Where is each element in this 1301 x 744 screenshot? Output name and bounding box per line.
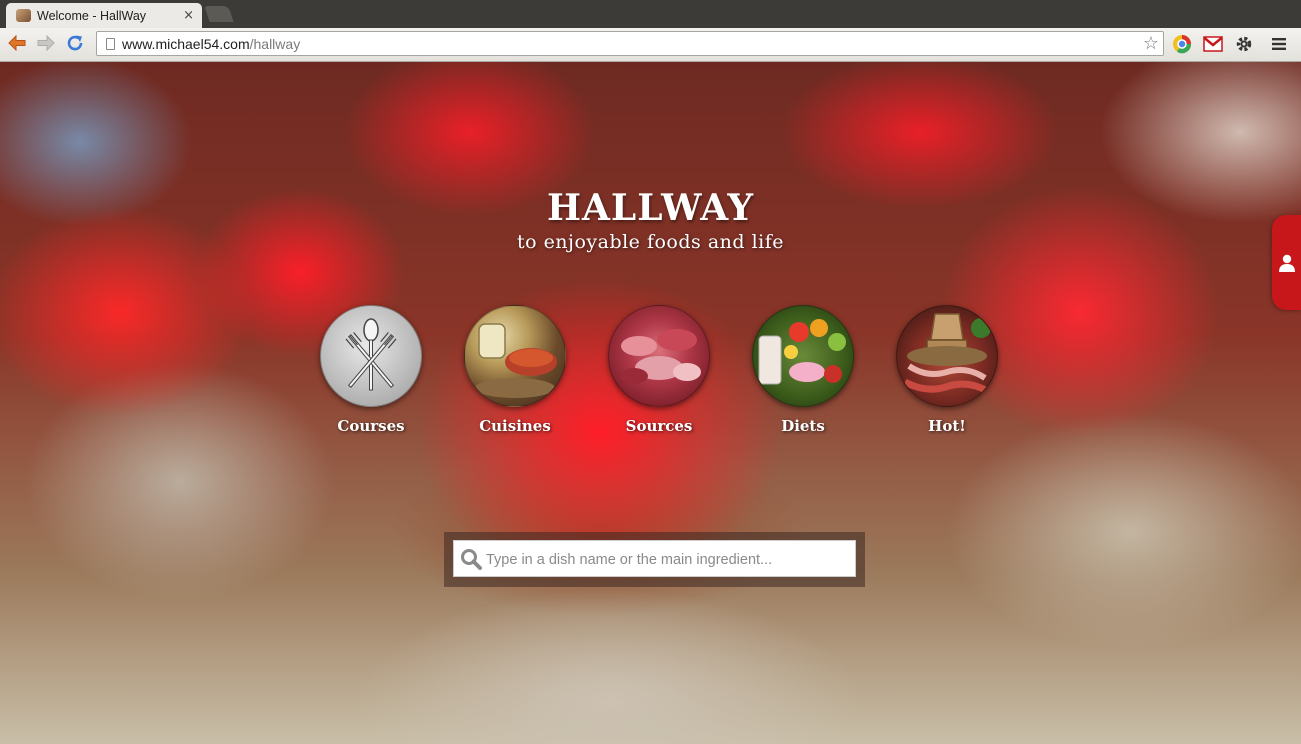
category-cuisines[interactable]: Cuisines xyxy=(455,305,575,435)
hotpot-icon xyxy=(896,305,998,407)
category-diets[interactable]: Diets xyxy=(743,305,863,435)
reload-icon xyxy=(67,35,83,51)
category-sources[interactable]: Sources xyxy=(599,305,719,435)
category-hot[interactable]: Hot! xyxy=(887,305,1007,435)
url-host: www.michael54.com xyxy=(122,35,250,52)
chrome-extension-glyph xyxy=(1173,35,1192,54)
tab-close-icon[interactable]: × xyxy=(183,8,194,23)
category-label: Sources xyxy=(625,417,693,435)
hamburger-glyph xyxy=(1272,38,1286,50)
bookmark-star-icon[interactable]: ☆ xyxy=(1143,33,1159,55)
gmail-icon[interactable] xyxy=(1202,33,1224,55)
search-input[interactable] xyxy=(484,541,856,578)
menu-icon[interactable] xyxy=(1268,33,1290,55)
gmail-glyph xyxy=(1203,36,1223,52)
search-panel xyxy=(444,532,865,587)
search-icon xyxy=(461,549,482,570)
user-login-tab[interactable] xyxy=(1272,215,1301,310)
back-arrow-icon xyxy=(8,35,26,51)
category-courses[interactable]: Courses xyxy=(311,305,431,435)
new-tab-button[interactable] xyxy=(204,6,234,22)
forward-button[interactable] xyxy=(35,32,57,54)
category-label: Courses xyxy=(337,417,405,435)
category-label: Hot! xyxy=(928,417,966,435)
reload-button[interactable] xyxy=(64,32,86,54)
site-title: HALLWAY xyxy=(546,187,755,229)
category-label: Cuisines xyxy=(479,417,551,435)
address-bar[interactable]: www.michael54.com/hallway ☆ xyxy=(96,31,1164,56)
settings-wrench-icon[interactable] xyxy=(1233,33,1255,55)
chrome-extension-icon[interactable] xyxy=(1171,33,1193,55)
site-favicon-icon xyxy=(16,9,31,22)
forward-arrow-icon xyxy=(37,35,55,51)
browser-tab[interactable]: Welcome - HallWay × xyxy=(6,3,202,28)
back-button[interactable] xyxy=(6,32,28,54)
cuisine-dish-icon xyxy=(464,305,566,407)
search-field[interactable] xyxy=(453,540,856,578)
cutlery-icon xyxy=(320,305,422,407)
site-tagline: to enjoyable foods and life xyxy=(516,231,785,253)
tab-title: Welcome - HallWay xyxy=(37,8,147,23)
browser-tabstrip: Welcome - HallWay × xyxy=(0,0,1301,28)
hero-background: HALLWAY to enjoyable foods and life Cour… xyxy=(0,62,1301,744)
fruits-icon xyxy=(752,305,854,407)
page-icon xyxy=(106,37,115,50)
raw-meat-icon xyxy=(608,305,710,407)
browser-toolbar: www.michael54.com/hallway ☆ xyxy=(0,28,1301,62)
user-icon xyxy=(1278,254,1295,272)
category-label: Diets xyxy=(781,417,825,435)
gear-glyph xyxy=(1236,36,1252,52)
url-path: /hallway xyxy=(249,35,301,52)
